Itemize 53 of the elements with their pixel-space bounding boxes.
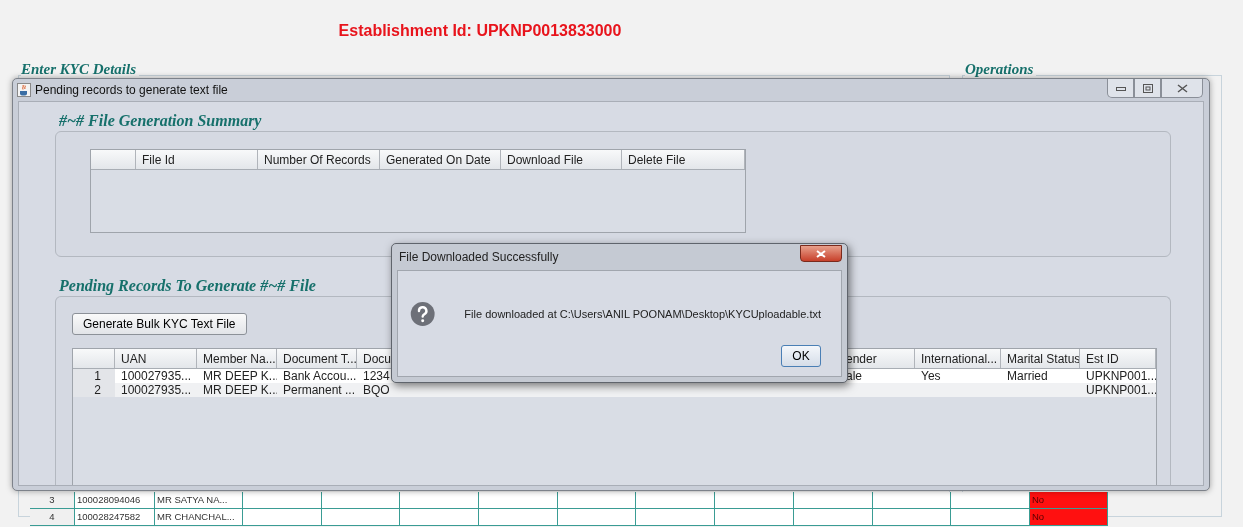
close-icon [1176,83,1188,93]
table-cell-text: Permanent ... [282,383,357,397]
table-cell-text: UPKNP001... [1085,383,1156,397]
table-cell: No [1029,509,1108,526]
table-cell-text: Bank Accou... [282,369,357,383]
column-header[interactable]: Number Of Records [258,150,380,169]
row-number: 4 [30,509,75,526]
maximize-button[interactable] [1134,79,1161,98]
table-cell-text: Yes [920,369,942,383]
table-cell-text: MR DEEP K... [202,369,277,383]
row-number: 3 [30,492,75,509]
window-title: Pending records to generate text file [35,83,228,97]
dialog-title: File Downloaded Successfully [399,250,559,264]
table-cell-text: ale [845,369,863,383]
table-cell: MR CHANCHAL... [155,509,243,526]
ok-button[interactable]: OK [781,345,821,367]
table-cell-text: UPKNP001... [1085,369,1156,383]
generate-file-button[interactable]: Generate Bulk KYC Text File [72,313,247,335]
table-cell-text: 1234 [362,369,391,383]
column-header[interactable]: International... [915,349,1001,368]
column-header[interactable]: Est ID [1080,349,1156,368]
column-header[interactable]: UAN [115,349,197,368]
close-button[interactable] [1161,79,1203,98]
column-header[interactable]: Delete File [622,150,745,169]
close-icon [816,249,826,258]
close-button[interactable] [800,245,842,262]
column-header[interactable]: Document T... [277,349,357,368]
row-number: 2 [73,383,115,397]
table-cell: MR SATYA NA... [155,492,243,509]
section-heading: Enter KYC Details [21,61,139,78]
table-cell-text: BQO [362,383,391,397]
table-cell: 100028094046 [75,492,155,509]
maximize-icon [1142,83,1153,93]
section-heading: Operations [965,61,1037,78]
table-cell: No [1029,492,1108,509]
column-header[interactable]: Download File [501,150,622,169]
cup-icon [17,83,31,97]
minimize-button[interactable] [1107,79,1134,98]
section-heading: Pending Records To Generate #~# File [59,277,316,295]
minimize-icon [1115,85,1126,91]
table-cell: 100028247582 [75,509,155,526]
section-heading: #~# File Generation Summary [59,112,262,130]
establishment-id-title: Establishment Id: UPKNP0013833000 [337,22,623,40]
table-cell-text: 100027935... [120,369,193,383]
row-number: 1 [73,369,115,383]
table-cell-text: Married [1006,369,1049,383]
table-cell-text: 100027935... [120,383,193,397]
column-header[interactable]: Marital Status [1001,349,1080,368]
column-header[interactable]: Generated On Date [380,150,501,169]
dialog-message: File downloaded at C:\Users\ANIL POONAM\Desktop\KYCUploadable.txt [464,308,821,320]
column-header[interactable]: File Id [136,150,258,169]
column-header[interactable]: Member Na... [197,349,277,368]
table-cell-text: MR DEEP K... [202,383,277,397]
